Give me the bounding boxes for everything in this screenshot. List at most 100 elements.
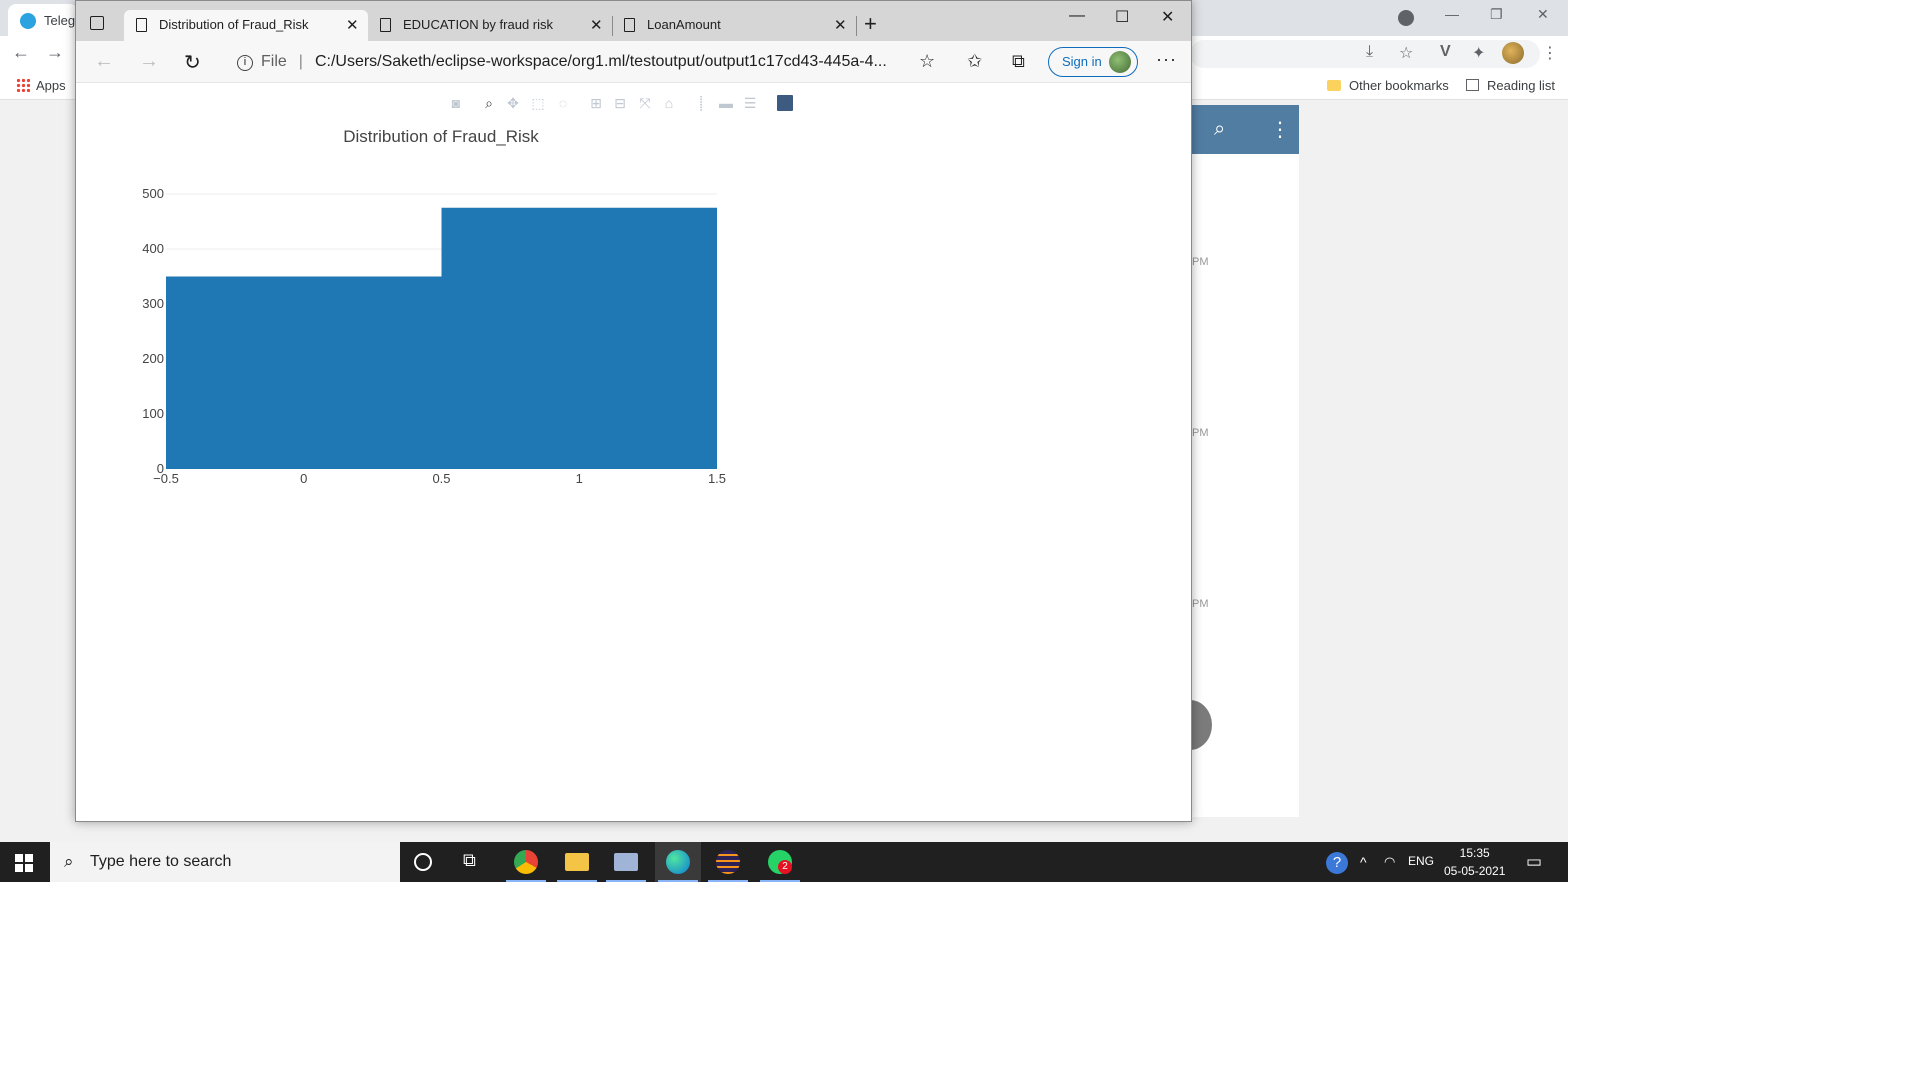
active-app-indicator — [506, 880, 546, 882]
collections-icon[interactable]: ⧉ — [1012, 51, 1025, 72]
x-tick-label: −0.5 — [153, 471, 179, 486]
tab-distribution-fraud-risk[interactable]: Distribution of Fraud_Risk ✕ — [124, 10, 368, 41]
new-tab-icon[interactable]: + — [864, 11, 877, 37]
sign-in-label: Sign in — [1062, 54, 1102, 69]
document-icon — [380, 18, 391, 32]
telegram-icon — [20, 13, 36, 29]
background-tab-title: Telegr — [44, 13, 78, 28]
download-icon[interactable]: ⤓ — [1366, 43, 1373, 61]
close-icon[interactable]: ✕ — [1161, 7, 1174, 27]
profile-avatar[interactable] — [1502, 42, 1524, 64]
active-app-indicator — [658, 880, 698, 882]
back-icon[interactable]: ← — [94, 50, 114, 73]
remote-desktop-icon[interactable] — [614, 853, 638, 871]
chart-title: Distribution of Fraud_Risk — [343, 127, 539, 146]
show-hidden-icons-icon[interactable]: ^ — [1360, 854, 1367, 870]
eclipse-icon[interactable] — [716, 850, 740, 874]
windows-start-icon[interactable] — [15, 854, 33, 872]
clock-date: 05-05-2021 — [1444, 864, 1506, 878]
address-url: C:/Users/Saketh/eclipse-workspace/org1.m… — [314, 53, 887, 70]
chrome-profile-dropdown-icon[interactable] — [1398, 10, 1414, 26]
forward-icon[interactable]: → — [139, 50, 159, 73]
search-icon: ⌕ — [64, 852, 74, 871]
histogram-bar[interactable] — [441, 207, 718, 469]
other-bookmarks[interactable]: Other bookmarks — [1327, 78, 1449, 93]
reading-list-icon — [1466, 79, 1479, 91]
x-axis-ticks: −0.5 0 0.5 1 1.5 — [153, 471, 726, 486]
address-bar[interactable]: i File | C:/Users/Saketh/eclipse-workspace/… — [224, 46, 944, 78]
y-tick-label: 100 — [142, 406, 164, 421]
x-tick-label: 0 — [300, 471, 307, 486]
minimize-icon[interactable]: — — [1445, 6, 1459, 22]
task-view-icon[interactable]: ⧉ — [463, 850, 487, 874]
more-vertical-icon[interactable]: ⋮ — [1270, 117, 1290, 142]
other-bookmarks-label: Other bookmarks — [1349, 78, 1449, 93]
apps-shortcut[interactable]: Apps — [16, 78, 66, 93]
close-icon[interactable]: ✕ — [1537, 6, 1549, 23]
maximize-icon[interactable]: ☐ — [1115, 7, 1129, 27]
notifications-icon[interactable]: ▭ — [1526, 852, 1542, 872]
minimize-icon[interactable]: — — [1069, 7, 1085, 25]
clock[interactable]: 15:35 05-05-2021 — [1444, 844, 1505, 880]
background-chat-header: ⌕ ⋮ — [1190, 105, 1299, 154]
reading-list-label: Reading list — [1487, 78, 1555, 93]
document-icon — [136, 18, 147, 32]
restore-icon[interactable]: ❐ — [1490, 6, 1503, 23]
search-placeholder: Type here to search — [90, 853, 232, 870]
folder-icon — [1327, 80, 1341, 91]
wifi-icon[interactable]: ◠ — [1384, 854, 1395, 870]
taskbar: ⌕ Type here to search ⧉ 2 ? ^ ◠ ENG 15:3… — [0, 842, 1568, 882]
tab-title: Distribution of Fraud_Risk — [159, 17, 309, 32]
background-tab-telegram[interactable]: Telegr — [8, 4, 78, 36]
address-scheme: File — [261, 53, 287, 70]
cortana-icon[interactable] — [414, 853, 432, 871]
tab-close-icon[interactable]: ✕ — [590, 16, 603, 34]
background-omnibox[interactable] — [1190, 40, 1540, 68]
back-icon[interactable]: ← — [12, 42, 30, 63]
edge-window: Distribution of Fraud_Risk ✕ EDUCATION b… — [75, 0, 1192, 822]
vimeo-extension-icon[interactable]: V — [1440, 43, 1451, 61]
message-time: PM — [1192, 598, 1209, 610]
info-icon[interactable]: i — [237, 55, 253, 71]
extensions-puzzle-icon[interactable]: ✦ — [1472, 43, 1485, 63]
x-tick-label: 1 — [576, 471, 583, 486]
histogram-chart: Distribution of Fraud_Risk 0 100 200 300 400… — [142, 127, 726, 486]
bookmark-star-icon[interactable]: ☆ — [1399, 43, 1413, 63]
add-favorite-icon[interactable]: ☆ — [919, 51, 935, 72]
refresh-icon[interactable]: ↻ — [184, 50, 201, 75]
y-tick-label: 300 — [142, 296, 164, 311]
tab-education-by-fraud-risk[interactable]: EDUCATION by fraud risk ✕ — [368, 10, 612, 41]
taskbar-search-box[interactable]: ⌕ Type here to search — [50, 842, 400, 882]
chrome-menu-icon[interactable]: ⋮ — [1542, 43, 1558, 63]
bars — [166, 207, 718, 470]
edge-icon[interactable] — [666, 850, 690, 874]
x-tick-label: 1.5 — [708, 471, 726, 486]
y-axis-ticks: 0100200300400500 — [142, 186, 164, 476]
chrome-icon[interactable] — [514, 850, 538, 874]
tab-actions-icon[interactable] — [90, 16, 104, 30]
file-explorer-icon[interactable] — [565, 853, 589, 871]
favorites-icon[interactable]: ✩ — [967, 51, 982, 72]
help-icon[interactable]: ? — [1326, 852, 1348, 874]
message-time: PM — [1192, 256, 1209, 268]
tab-close-icon[interactable]: ✕ — [834, 16, 847, 34]
language-indicator[interactable]: ENG — [1408, 854, 1434, 868]
sign-in-button[interactable]: Sign in — [1048, 47, 1138, 77]
active-app-indicator — [557, 880, 597, 882]
notification-badge: 2 — [778, 860, 792, 874]
address-divider: | — [298, 53, 303, 70]
active-app-indicator — [760, 880, 800, 882]
tab-loanamount[interactable]: LoanAmount ✕ — [612, 10, 856, 41]
avatar — [1109, 51, 1131, 73]
clock-time: 15:35 — [1459, 846, 1490, 860]
search-icon[interactable]: ⌕ — [1214, 118, 1225, 141]
y-tick-label: 400 — [142, 241, 164, 256]
forward-icon[interactable]: → — [46, 42, 64, 63]
histogram-bar[interactable] — [166, 276, 442, 470]
tab-close-icon[interactable]: ✕ — [346, 16, 359, 34]
active-app-indicator — [606, 880, 646, 882]
reading-list[interactable]: Reading list — [1466, 78, 1555, 93]
tab-title: LoanAmount — [647, 17, 721, 32]
apps-grid-icon — [16, 78, 30, 92]
settings-more-icon[interactable]: ··· — [1156, 49, 1177, 70]
